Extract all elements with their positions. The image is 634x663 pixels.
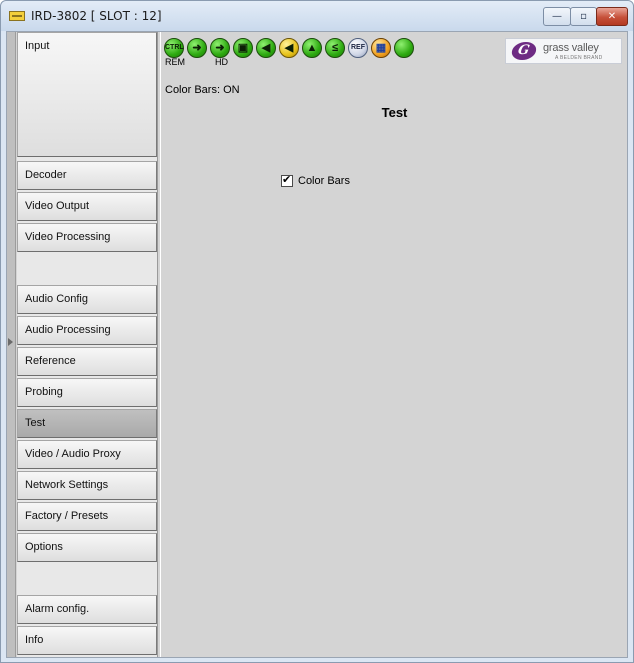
sidebar-item-factory-presets[interactable]: Factory / Presets — [17, 502, 157, 531]
lock-icon[interactable]: ▣ — [233, 38, 253, 58]
sidebar-item-decoder[interactable]: Decoder — [17, 161, 157, 190]
color-bars-checkbox[interactable] — [281, 173, 293, 187]
status-text: Color Bars: ON — [165, 84, 240, 96]
app-icon — [9, 11, 25, 21]
main-panel: CTRL REM ➜ ➜ HD ▣ ◀ ◀ ▲ ≤ REF ▦ grass va… — [162, 32, 627, 657]
grass-valley-logo: grass valley A BELDEN BRAND — [505, 38, 622, 64]
sidebar-item-reference[interactable]: Reference — [17, 347, 157, 376]
expand-arrow-icon[interactable] — [8, 338, 13, 346]
logo-name: grass valley — [543, 42, 599, 54]
sidebar-item-info[interactable]: Info — [17, 626, 157, 655]
sidebar-item-input[interactable]: Input — [17, 32, 157, 157]
color-bars-label: Color Bars — [298, 175, 350, 187]
sidebar-item-audio-processing[interactable]: Audio Processing — [17, 316, 157, 345]
sidebar-item-video-output[interactable]: Video Output — [17, 192, 157, 221]
status-led-icon[interactable] — [394, 38, 414, 58]
less-than-icon[interactable]: ≤ — [325, 38, 345, 58]
title-bar[interactable]: IRD-3802 [ SLOT : 12] — ▫ ✕ — [1, 1, 633, 31]
logo-subtitle: A BELDEN BRAND — [555, 55, 603, 61]
gv-mark-icon — [510, 42, 538, 60]
sidebar-item-video-audio-proxy[interactable]: Video / Audio Proxy — [17, 440, 157, 469]
sidebar-item-audio-config[interactable]: Audio Config — [17, 285, 157, 314]
panel-divider[interactable] — [157, 32, 161, 657]
window-title: IRD-3802 [ SLOT : 12] — [31, 9, 162, 23]
audio-lock-icon[interactable]: ▲ — [302, 38, 322, 58]
sidebar-item-probing[interactable]: Probing — [17, 378, 157, 407]
sidebar-item-test[interactable]: Test — [17, 409, 157, 438]
sidebar-item-network-settings[interactable]: Network Settings — [17, 471, 157, 500]
color-bars-icon[interactable]: ▦ — [371, 38, 391, 58]
maximize-button[interactable]: ▫ — [570, 7, 597, 26]
rem-label: REM — [165, 57, 185, 67]
audio-speaker-2-icon[interactable]: ◀ — [279, 38, 299, 58]
ctrl-icon[interactable]: CTRL — [164, 38, 184, 58]
hd-arrow-icon[interactable]: ➜ — [210, 38, 230, 58]
close-button[interactable]: ✕ — [596, 7, 628, 26]
sidebar-item-options[interactable]: Options — [17, 533, 157, 562]
window-client-area: Input Decoder Video Output Video Process… — [6, 31, 628, 658]
hd-label: HD — [215, 57, 228, 67]
audio-speaker-icon[interactable]: ◀ — [256, 38, 276, 58]
minimize-button[interactable]: — — [543, 7, 571, 26]
collapse-gutter[interactable] — [7, 32, 16, 657]
ref-icon[interactable]: REF — [348, 38, 368, 58]
sidebar-item-video-processing[interactable]: Video Processing — [17, 223, 157, 252]
application-window: IRD-3802 [ SLOT : 12] — ▫ ✕ Input Decode… — [0, 0, 634, 663]
page-title: Test — [381, 105, 408, 120]
color-bars-option[interactable]: Color Bars — [281, 173, 350, 188]
sidebar-item-alarm-config[interactable]: Alarm config. — [17, 595, 157, 624]
input-arrow-icon[interactable]: ➜ — [187, 38, 207, 58]
